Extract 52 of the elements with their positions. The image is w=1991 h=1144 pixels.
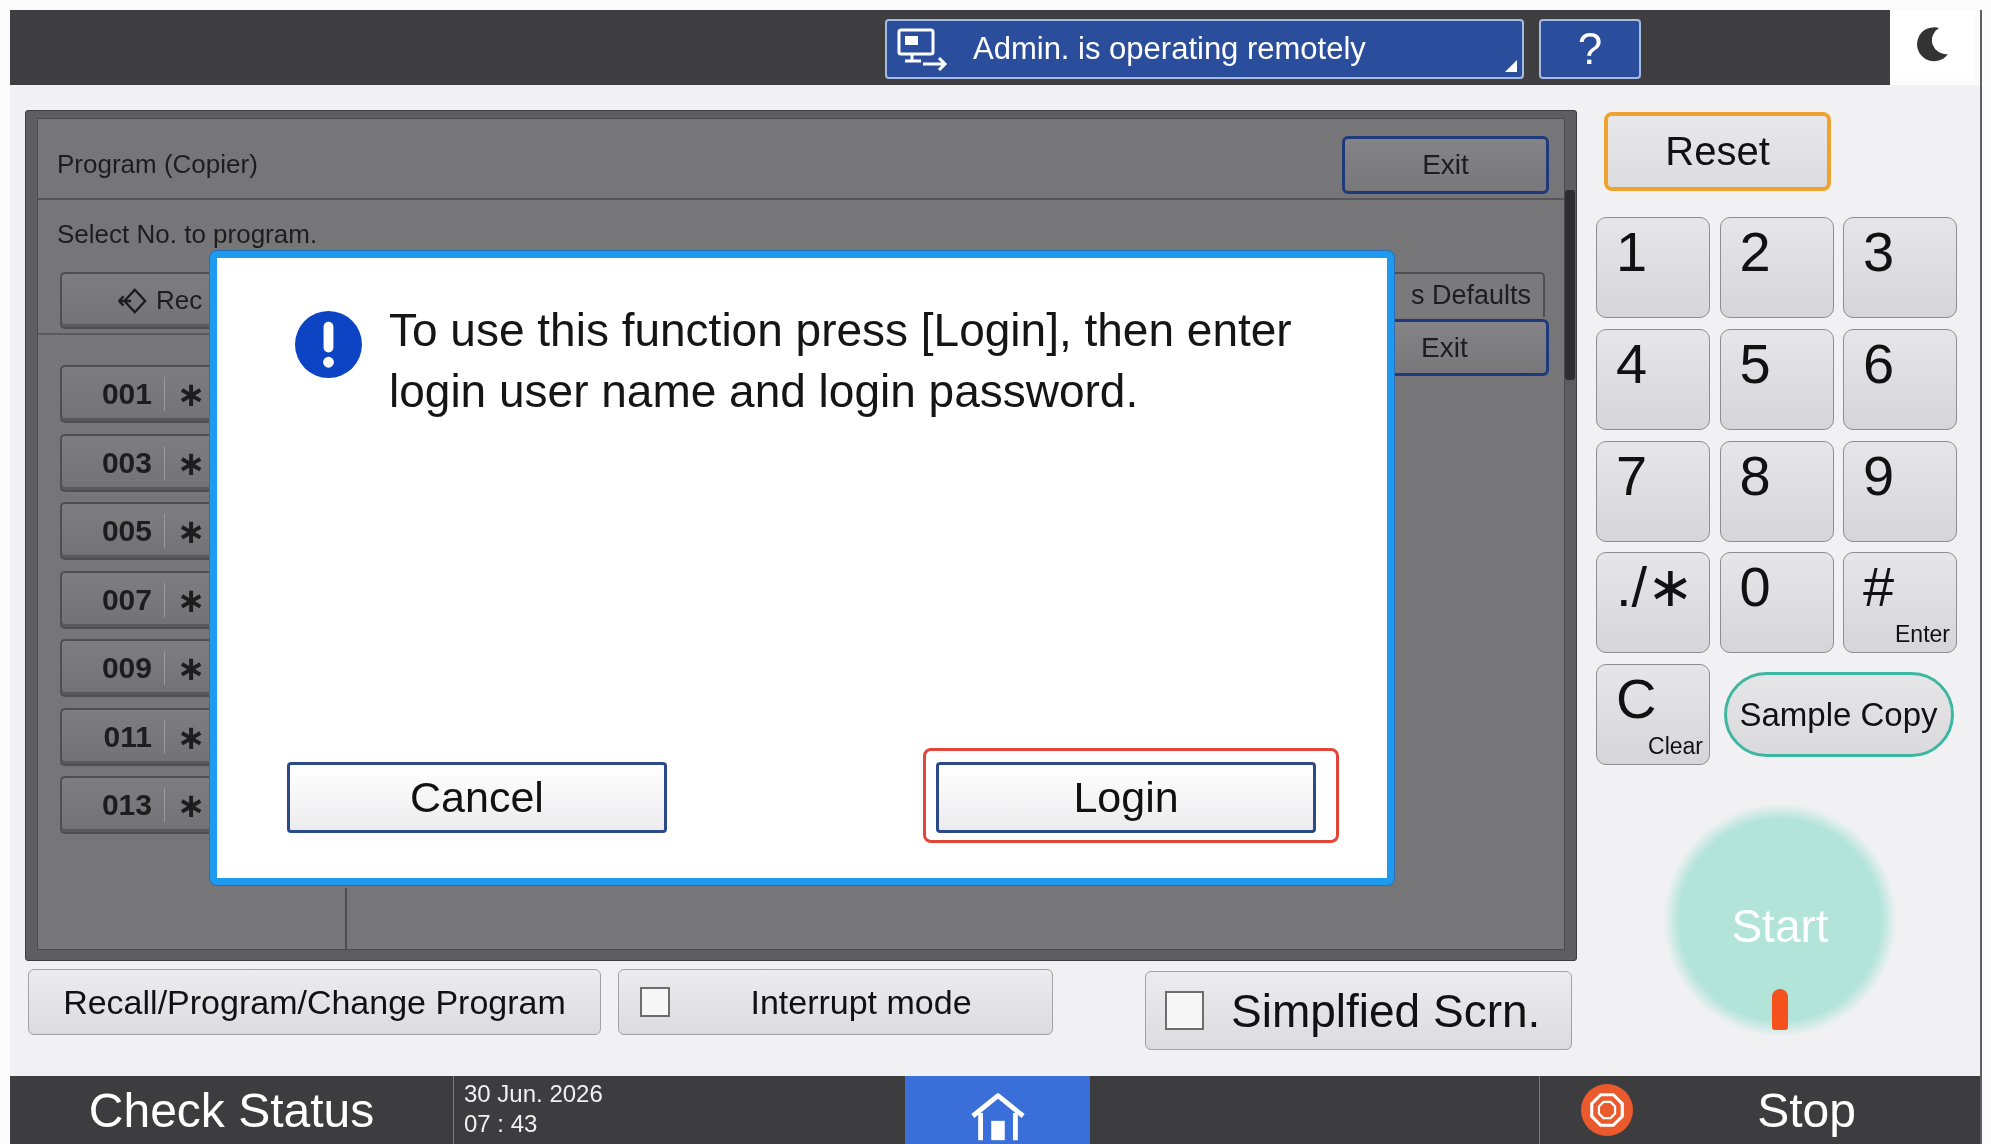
info-icon [295, 311, 362, 378]
exit-button[interactable]: Exit [1342, 135, 1549, 194]
keypad-key[interactable]: 9 [1843, 440, 1957, 542]
reset-button[interactable]: Reset [1604, 112, 1831, 191]
stop-button[interactable]: Stop [1540, 1076, 1980, 1144]
keypad-key[interactable]: 6 [1843, 328, 1957, 430]
home-button[interactable] [905, 1076, 1090, 1144]
program-number-button[interactable]: 011 ∗ [60, 707, 210, 766]
help-button[interactable]: ? [1539, 19, 1641, 79]
moon-icon [1916, 26, 1949, 63]
keypad-key[interactable]: 5 [1719, 328, 1834, 430]
defaults-button[interactable]: s Defaults [1394, 272, 1545, 317]
program-number-button[interactable]: 013 ∗ [60, 776, 210, 834]
recall-button[interactable]: Rec [60, 272, 210, 329]
lamp-icon [1772, 989, 1788, 1030]
instruction-text: Select No. to program. [56, 218, 319, 250]
keypad-key[interactable]: 0 [1719, 552, 1834, 654]
keypad-key[interactable]: 2 [1719, 217, 1834, 318]
stop-icon [1581, 1084, 1633, 1136]
date-text: 30 Jun. 2026 [464, 1079, 603, 1109]
check-status-button[interactable]: Check Status [10, 1076, 453, 1144]
checkbox[interactable] [1165, 991, 1204, 1030]
sample-copy-button[interactable]: Sample Copy [1723, 672, 1954, 757]
keypad-key[interactable]: 4 [1596, 328, 1710, 430]
program-number-button[interactable]: 003 ∗ [60, 433, 210, 492]
keypad-key[interactable]: # Enter [1843, 552, 1957, 654]
dialog-button[interactable]: Login [936, 762, 1316, 833]
checkbox[interactable] [640, 987, 670, 1017]
corner-triangle-icon [1505, 60, 1517, 72]
keypad-key[interactable]: 3 [1843, 217, 1957, 318]
keypad-key[interactable]: 8 [1719, 440, 1834, 542]
remote-screen-icon [897, 27, 949, 71]
toggle-button[interactable]: Simplfied Scrn. [1145, 971, 1572, 1050]
program-number-button[interactable]: 007 ∗ [60, 570, 210, 629]
program-number-button[interactable]: 005 ∗ [60, 502, 210, 560]
time-text: 07 : 43 [464, 1109, 538, 1139]
dialog-button[interactable]: Cancel [287, 762, 667, 833]
exit-button[interactable]: Exit [1394, 319, 1549, 376]
scrollbar[interactable] [1565, 190, 1575, 380]
dialog-message: To use this function press [Login], then enter login user name and login password. [389, 303, 1293, 419]
toggle-button[interactable]: Interrupt mode [618, 969, 1053, 1035]
diamond-arrow-icon [117, 285, 147, 316]
sleep-button[interactable] [1890, 10, 1975, 79]
keypad-key[interactable]: 7 [1596, 440, 1710, 542]
remote-status-banner[interactable]: Admin. is operating remotely [885, 19, 1524, 79]
function-button[interactable]: Recall/Program/Change Program [28, 969, 601, 1035]
keypad-key[interactable]: ./∗ [1596, 552, 1710, 654]
window-title: Program (Copier) [57, 149, 258, 180]
keypad-key[interactable]: 1 [1596, 217, 1710, 318]
program-number-button[interactable]: 001 ∗ [60, 365, 210, 423]
keypad-key[interactable]: C Clear [1596, 664, 1710, 765]
program-number-button[interactable]: 009 ∗ [60, 639, 210, 697]
